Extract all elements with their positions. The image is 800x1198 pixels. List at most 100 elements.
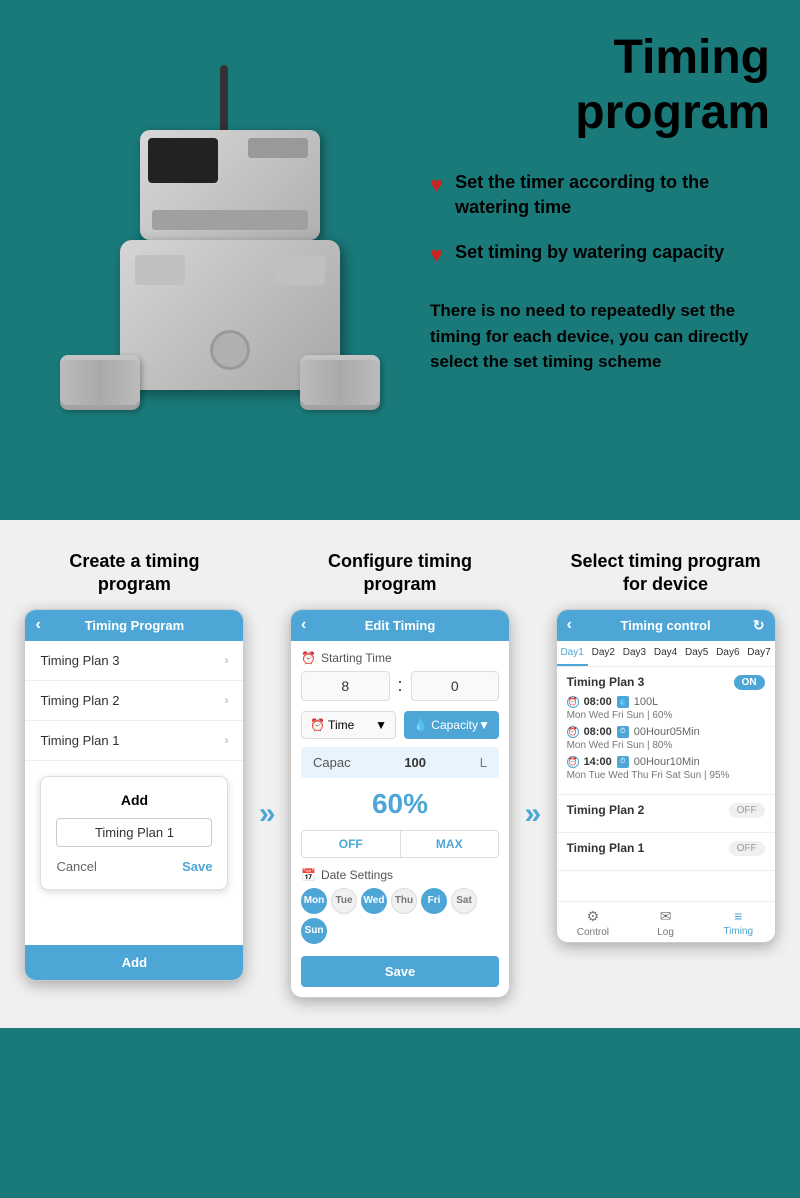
add-dialog-buttons: Cancel Save: [56, 859, 212, 874]
phone-2-header: ‹ Edit Timing: [291, 610, 509, 641]
plan-1-arrow: ›: [224, 733, 228, 747]
off-button[interactable]: OFF: [302, 831, 401, 857]
valve-detail2: [275, 255, 325, 285]
schedule-3-time-row: ⏰ 14:00 ⏱ 00Hour10Min: [567, 756, 765, 768]
day-mon[interactable]: Mon: [301, 888, 327, 914]
plan-2-toggle[interactable]: OFF: [729, 803, 765, 818]
plan-3-toggle[interactable]: ON: [734, 675, 765, 690]
phone-3-mockup: ‹ Timing control ↻ Day1 Day2 Day3 Day4 D…: [556, 609, 776, 943]
feature-item-2: ♥ Set timing by watering capacity: [430, 240, 770, 268]
save-timing-button[interactable]: Save: [301, 956, 499, 987]
page-title: Timing program: [430, 30, 770, 140]
bottom-bar: [152, 210, 308, 230]
right-content: Timing program ♥ Set the timer according…: [410, 30, 770, 500]
display-panel: [148, 138, 218, 183]
right-pipe: [300, 355, 380, 410]
footer-tab-timing[interactable]: ≡ Timing: [702, 908, 775, 938]
schedule-3-days: Mon Tue Wed Thu Fri Sat Sun | 95%: [567, 770, 765, 781]
arrow-1: »: [259, 550, 276, 998]
capacity-icon-s3: ⏱: [617, 756, 629, 768]
schedule-2-days: Mon Wed Fri Sun | 80%: [567, 740, 765, 751]
phone-2-mockup: ‹ Edit Timing ⏰ Starting Time 8 : 0: [290, 609, 510, 998]
plan-item-1[interactable]: Timing Plan 1 ›: [25, 721, 243, 761]
control-icon: ⚙: [587, 908, 600, 925]
day-tab-4[interactable]: Day4: [650, 641, 681, 666]
footer-tab-control[interactable]: ⚙ Control: [557, 908, 630, 938]
pipe-threads: [60, 360, 140, 405]
phone-1-title: Timing Program: [85, 618, 184, 633]
capacity-dropdown-arrow: ▼: [478, 718, 490, 732]
cancel-button[interactable]: Cancel: [56, 859, 96, 874]
timing-icon: ≡: [734, 908, 742, 924]
day-fri[interactable]: Fri: [421, 888, 447, 914]
plan-3-header: Timing Plan 3 ON: [567, 675, 765, 690]
capacity-dropdown[interactable]: 💧 Capacity ▼: [404, 711, 499, 739]
pipe-threads-right: [300, 360, 380, 405]
step-2-title: Configure timingprogram: [328, 550, 472, 597]
phone-3-body: Timing Plan 3 ON ⏰ 08:00 💧 100L Mon We: [557, 667, 775, 901]
steps-row: Create a timingprogram ‹ Timing Program …: [20, 550, 780, 998]
schedule-1: ⏰ 08:00 💧 100L Mon Wed Fri Sun | 60%: [567, 696, 765, 721]
step-3-title: Select timing programfor device: [571, 550, 761, 597]
time-dropdown[interactable]: ⏰ Time ▼: [301, 711, 396, 739]
starting-time-text: Starting Time: [321, 651, 392, 665]
day-tue[interactable]: Tue: [331, 888, 357, 914]
plan-3-label: Timing Plan 3: [40, 653, 119, 668]
add-dialog-input[interactable]: Timing Plan 1: [56, 818, 212, 847]
day-tab-6[interactable]: Day6: [712, 641, 743, 666]
day-sun[interactable]: Sun: [301, 918, 327, 944]
plan-3-section: Timing Plan 3 ON ⏰ 08:00 💧 100L Mon We: [557, 667, 775, 795]
capacity-value: 100: [404, 755, 426, 770]
spacer-1: [25, 905, 243, 945]
schedule-1-time-row: ⏰ 08:00 💧 100L: [567, 696, 765, 708]
refresh-icon[interactable]: ↻: [753, 617, 765, 634]
time-hour-box[interactable]: 8: [301, 671, 390, 701]
day-tab-3[interactable]: Day3: [619, 641, 650, 666]
plan-3-section-title: Timing Plan 3: [567, 675, 645, 689]
step-1-title: Create a timingprogram: [69, 550, 199, 597]
schedule-2: ⏰ 08:00 ⏱ 00Hour05Min Mon Wed Fri Sun | …: [567, 726, 765, 751]
bottom-section: Create a timingprogram ‹ Timing Program …: [0, 520, 800, 1028]
time-dropdown-label: ⏰ Time: [310, 718, 354, 732]
plan-1-toggle[interactable]: OFF: [729, 841, 765, 856]
day-tab-1[interactable]: Day1: [557, 641, 588, 666]
off-max-row: OFF MAX: [301, 830, 499, 858]
schedule-3-capacity: 00Hour10Min: [634, 756, 700, 768]
capacity-field-label: Capac: [313, 755, 351, 770]
capacity-dropdown-label: 💧 Capacity: [413, 718, 478, 732]
back-arrow-3[interactable]: ‹: [567, 616, 572, 634]
plan-1-header: Timing Plan 1 OFF: [567, 841, 765, 856]
left-pipe: [60, 355, 140, 410]
feature-item-1: ♥ Set the timer according to the waterin…: [430, 170, 770, 220]
plan-2-section-title: Timing Plan 2: [567, 803, 645, 817]
max-button[interactable]: MAX: [401, 831, 499, 857]
back-arrow-2[interactable]: ‹: [301, 616, 306, 634]
plan-3-arrow: ›: [224, 653, 228, 667]
capacity-icon-s1: 💧: [617, 696, 629, 708]
plan-item-2[interactable]: Timing Plan 2 ›: [25, 681, 243, 721]
valve-wheel: [210, 330, 250, 370]
clock-icon-s1: ⏰: [567, 696, 579, 708]
save-button[interactable]: Save: [182, 859, 212, 874]
time-min-box[interactable]: 0: [411, 671, 500, 701]
plan-2-arrow: ›: [224, 693, 228, 707]
day-tab-5[interactable]: Day5: [681, 641, 712, 666]
day-wed[interactable]: Wed: [361, 888, 387, 914]
phone-3-footer: ⚙ Control ✉ Log ≡ Timing: [557, 901, 775, 942]
clock-icon: ⏰: [301, 651, 316, 665]
capacity-unit: L: [480, 755, 487, 770]
day-buttons: Mon Tue Wed Thu Fri Sat Sun: [301, 888, 499, 944]
phone-2-title: Edit Timing: [365, 618, 436, 633]
arrow-2-icon: »: [524, 797, 541, 831]
plan-item-3[interactable]: Timing Plan 3 ›: [25, 641, 243, 681]
back-arrow-1[interactable]: ‹: [35, 616, 40, 634]
day-tab-2[interactable]: Day2: [588, 641, 619, 666]
phone-1-footer-add[interactable]: Add: [25, 945, 243, 980]
footer-tab-log[interactable]: ✉ Log: [629, 908, 702, 938]
day-tab-7[interactable]: Day7: [743, 641, 774, 666]
phone-1-body: Timing Plan 3 › Timing Plan 2 › Timing P…: [25, 641, 243, 945]
day-sat[interactable]: Sat: [451, 888, 477, 914]
phone-3-title: Timing control: [621, 618, 711, 633]
day-thu[interactable]: Thu: [391, 888, 417, 914]
plan-2-label: Timing Plan 2: [40, 693, 119, 708]
